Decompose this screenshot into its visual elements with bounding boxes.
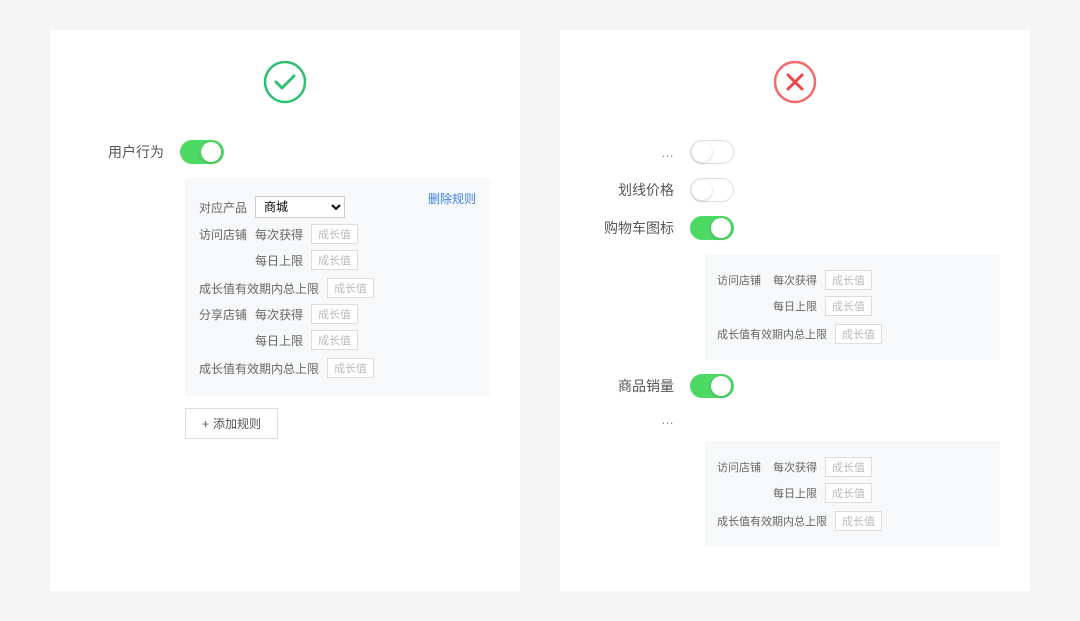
small-rule-box-2: 访问店铺 每次获得 成长值 每日上限 成长值 成长值有效期内总上限 成长值 [705, 441, 1000, 547]
label-cart-icon: 购物车图标 [580, 218, 690, 238]
row-ellipsis-1: … [580, 140, 1010, 164]
bad-indicator [580, 60, 1010, 104]
growth-input[interactable]: 成长值 [311, 330, 358, 350]
growth-input[interactable]: 成长值 [835, 511, 882, 531]
row-sales: 商品销量 [580, 374, 1010, 398]
panel-bad: … 划线价格 购物车图标 访问店铺 每次获得 成长值 每日上限 成长值 成长值有… [560, 30, 1030, 591]
growth-input[interactable]: 成长值 [311, 250, 358, 270]
user-behavior-label: 用户行为 [70, 142, 180, 162]
plus-icon: + [202, 417, 209, 431]
share-store-row-2: 每日上限 成长值 成长值有效期内总上限 成长值 [199, 330, 476, 378]
section-share-store: 分享店铺 [199, 306, 247, 323]
label-sales: 商品销量 [580, 376, 690, 396]
growth-input[interactable]: 成长值 [825, 296, 872, 316]
growth-input[interactable]: 成长值 [311, 224, 358, 244]
panel-good: 用户行为 删除规则 对应产品 商城 访问店铺 每次获得 成长值 每日上限 成长值… [50, 30, 520, 591]
growth-input[interactable]: 成长值 [835, 324, 882, 344]
toggle-cart-icon[interactable] [690, 216, 734, 240]
section-visit-store: 访问店铺 [199, 226, 247, 243]
label-strike-price: 划线价格 [580, 180, 690, 200]
user-behavior-row: 用户行为 [70, 140, 500, 164]
toggle-sales[interactable] [690, 374, 734, 398]
user-behavior-toggle[interactable] [180, 140, 224, 164]
growth-input[interactable]: 成长值 [825, 270, 872, 290]
delete-rule-link[interactable]: 删除规则 [428, 190, 476, 207]
add-rule-button[interactable]: + 添加规则 [185, 408, 278, 439]
growth-input[interactable]: 成长值 [311, 304, 358, 324]
product-label: 对应产品 [199, 199, 247, 216]
share-store-row-1: 分享店铺 每次获得 成长值 [199, 304, 476, 324]
good-indicator [70, 60, 500, 104]
growth-input[interactable]: 成长值 [327, 278, 374, 298]
growth-input[interactable]: 成长值 [327, 358, 374, 378]
row-cart-icon: 购物车图标 [580, 216, 1010, 240]
rule-box: 删除规则 对应产品 商城 访问店铺 每次获得 成长值 每日上限 成长值 成长值有… [185, 178, 490, 396]
small-rule-box-1: 访问店铺 每次获得 成长值 每日上限 成长值 成长值有效期内总上限 成长值 [705, 254, 1000, 360]
checkmark-icon [263, 60, 307, 104]
visit-store-row-2: 每日上限 成长值 成长值有效期内总上限 成长值 [199, 250, 476, 298]
row-ellipsis-2: … [580, 412, 1010, 427]
toggle-0[interactable] [690, 140, 734, 164]
toggle-strike-price[interactable] [690, 178, 734, 202]
cross-icon [773, 60, 817, 104]
growth-input[interactable]: 成长值 [825, 483, 872, 503]
growth-input[interactable]: 成长值 [825, 457, 872, 477]
product-select[interactable]: 商城 [255, 196, 345, 218]
row-strike-price: 划线价格 [580, 178, 1010, 202]
visit-store-row-1: 访问店铺 每次获得 成长值 [199, 224, 476, 244]
